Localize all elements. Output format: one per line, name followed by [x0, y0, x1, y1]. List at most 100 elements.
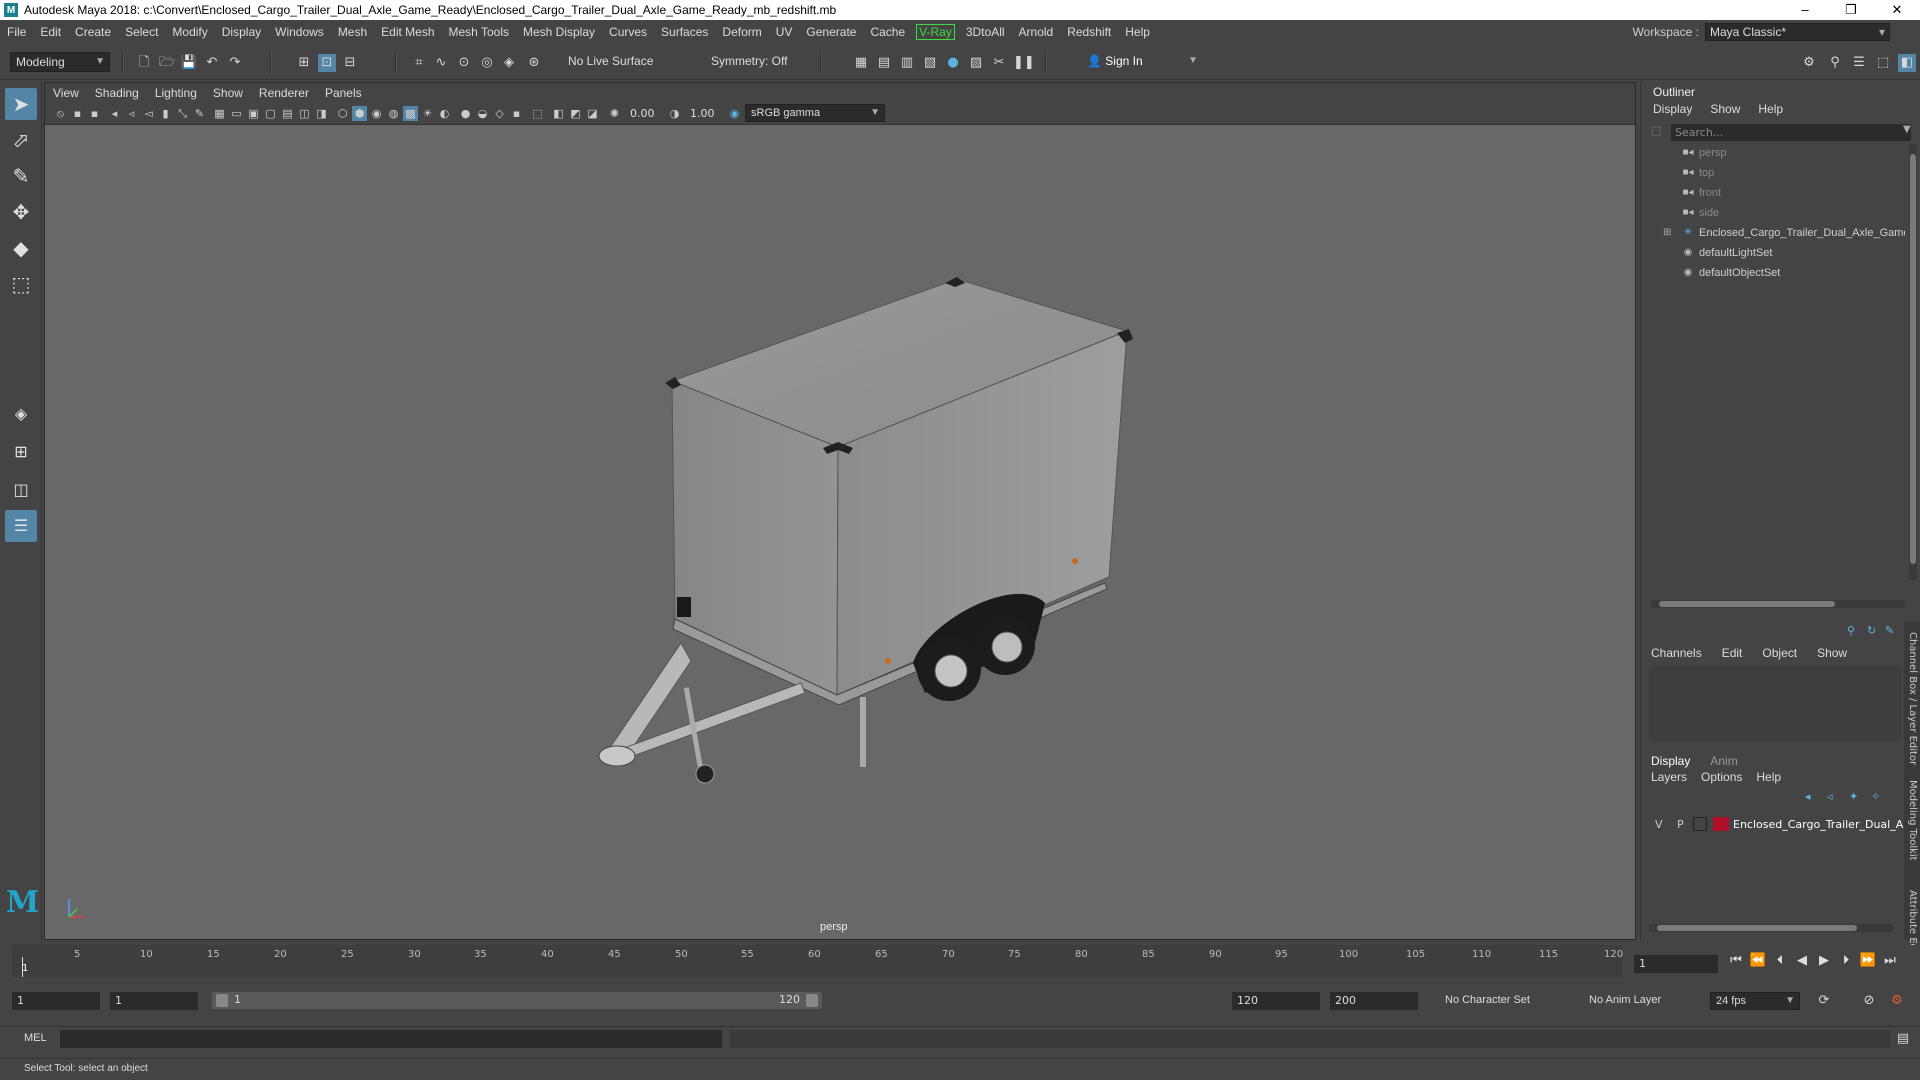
snap-grid-icon[interactable]: ⌗ — [410, 54, 428, 72]
step-back-frame-icon[interactable]: ⏴ — [1769, 953, 1791, 968]
new-scene-icon[interactable]: 🗋 — [135, 54, 153, 72]
maximize-button[interactable]: ❐ — [1828, 0, 1874, 20]
pause-render-icon[interactable]: ✂ — [990, 54, 1008, 72]
channel-box-area[interactable] — [1649, 666, 1901, 741]
menu-display[interactable]: Display — [215, 25, 268, 39]
layer-visibility-toggle[interactable]: V — [1655, 818, 1663, 831]
select-hierarchy-icon[interactable]: ⊞ — [295, 54, 313, 72]
menu-curves[interactable]: Curves — [602, 25, 654, 39]
go-to-start-icon[interactable]: ⏮ — [1725, 953, 1747, 968]
render-settings-icon[interactable]: ▧ — [921, 54, 939, 72]
channel-box-refresh-icon[interactable]: ↻ — [1867, 624, 1876, 637]
time-slider-ticks[interactable]: 1 5 10 15 20 25 30 35 40 45 50 55 60 65 … — [12, 945, 1623, 977]
menu-windows[interactable]: Windows — [268, 25, 331, 39]
menu-vray[interactable]: V-Ray — [916, 24, 955, 40]
scale-tool-icon[interactable]: ⬚ — [5, 268, 37, 300]
sign-in-button[interactable]: 👤 Sign In ▼ — [1082, 52, 1202, 72]
snap-point-icon[interactable]: ⊙ — [455, 54, 473, 72]
workspace-dropdown[interactable]: Maya Classic* — [1705, 23, 1890, 41]
layer-reference-toggle[interactable] — [1693, 817, 1707, 831]
play-forward-icon[interactable]: ▶ — [1813, 953, 1835, 968]
pause-icon[interactable]: ❚❚ — [1013, 54, 1035, 72]
menu-uv[interactable]: UV — [769, 25, 800, 39]
new-layer-icon[interactable]: ✦ — [1849, 790, 1858, 803]
options-menu[interactable]: Options — [1701, 770, 1742, 784]
snap-curve-icon[interactable]: ∿ — [432, 54, 450, 72]
chevron-down-icon[interactable]: ▼ — [1903, 124, 1911, 135]
open-scene-icon[interactable]: 🗁 — [158, 54, 176, 72]
scrollbar-thumb[interactable] — [1657, 925, 1857, 931]
attribute-editor-icon[interactable]: ☰ — [1850, 54, 1868, 72]
menu-modify[interactable]: Modify — [165, 25, 214, 39]
menu-select[interactable]: Select — [118, 25, 165, 39]
menu-cache[interactable]: Cache — [863, 25, 912, 39]
channels-menu[interactable]: Channels — [1651, 646, 1702, 660]
layers-menu[interactable]: Layers — [1651, 770, 1687, 784]
channel-box-edit-icon[interactable]: ✎ — [1885, 624, 1894, 637]
new-layer-selected-icon[interactable]: ✧ — [1871, 790, 1880, 803]
range-bar[interactable]: 1 120 — [212, 992, 822, 1009]
menu-mesh-tools[interactable]: Mesh Tools — [442, 25, 516, 39]
current-frame-field[interactable]: 1 — [1634, 955, 1718, 973]
step-forward-frame-icon[interactable]: ⏵ — [1835, 953, 1857, 968]
lasso-tool-icon[interactable]: ⬀ — [5, 124, 37, 156]
menu-arnold[interactable]: Arnold — [1012, 25, 1061, 39]
outliner-item-persp[interactable]: ■◂ persp — [1641, 144, 1905, 162]
play-backward-icon[interactable]: ◀ — [1791, 953, 1813, 968]
render-view-icon[interactable]: ▤ — [875, 54, 893, 72]
menu-deform[interactable]: Deform — [715, 25, 768, 39]
edit-menu[interactable]: Edit — [1722, 646, 1743, 660]
outliner-horizontal-scrollbar[interactable] — [1651, 600, 1905, 608]
object-menu[interactable]: Object — [1762, 646, 1797, 660]
viewport-panel[interactable]: View Shading Lighting Show Renderer Pane… — [44, 82, 1636, 940]
ipr-render-icon[interactable]: ▥ — [898, 54, 916, 72]
snap-surface-icon[interactable]: ◈ — [500, 54, 518, 72]
script-editor-icon[interactable]: ▤ — [1894, 1030, 1912, 1048]
time-slider[interactable]: 1 5 10 15 20 25 30 35 40 45 50 55 60 65 … — [0, 945, 1920, 983]
outliner-menu-show[interactable]: Show — [1710, 102, 1740, 116]
tab-anim[interactable]: Anim — [1710, 754, 1737, 768]
display-layer-row[interactable]: V P Enclosed_Cargo_Trailer_Dual_A — [1649, 816, 1903, 834]
playback-start-field[interactable]: 1 — [110, 992, 198, 1010]
snap-view-icon[interactable]: ◎ — [478, 54, 496, 72]
undo-icon[interactable]: ↶ — [203, 54, 221, 72]
render-current-icon[interactable]: ▦ — [852, 54, 870, 72]
select-tool-icon[interactable]: ➤ — [5, 88, 37, 120]
paint-select-icon[interactable]: ✎ — [5, 160, 37, 192]
menu-mesh[interactable]: Mesh — [331, 25, 374, 39]
preferences-icon[interactable]: ⚙ — [1888, 992, 1906, 1010]
menu-3dtoall[interactable]: 3DtoAll — [959, 25, 1012, 39]
layer-color-swatch[interactable] — [1713, 817, 1729, 831]
redo-icon[interactable]: ↷ — [226, 54, 244, 72]
menu-help[interactable]: Help — [1118, 25, 1157, 39]
menu-generate[interactable]: Generate — [799, 25, 863, 39]
outliner-layout-icon[interactable]: ☰ — [5, 510, 37, 542]
mel-input[interactable] — [60, 1030, 722, 1048]
outliner-item-front[interactable]: ■◂ front — [1641, 184, 1905, 202]
outliner-item-side[interactable]: ■◂ side — [1641, 204, 1905, 222]
tool-settings-icon[interactable]: ⬚ — [1874, 54, 1892, 72]
move-layer-up-icon[interactable]: ◂ — [1805, 790, 1811, 803]
side-tab-modeling-toolkit[interactable]: Modeling Toolkit — [1907, 780, 1918, 861]
menu-mesh-display[interactable]: Mesh Display — [516, 25, 602, 39]
close-button[interactable]: ✕ — [1874, 0, 1920, 20]
expand-icon[interactable]: ⊞ — [1663, 224, 1671, 242]
layer-playback-toggle[interactable]: P — [1677, 818, 1684, 831]
symmetry-dropdown[interactable]: Symmetry: Off — [706, 52, 806, 72]
animation-end-field[interactable]: 200 — [1330, 992, 1418, 1010]
anim-layer-dropdown[interactable]: No Anim Layer — [1584, 992, 1694, 1010]
filter-icon[interactable]: ⬚ — [1651, 124, 1661, 137]
go-to-end-icon[interactable]: ⏭ — [1879, 953, 1901, 968]
two-pane-layout-icon[interactable]: ◫ — [5, 474, 37, 506]
mel-label[interactable]: MEL — [24, 1032, 47, 1044]
modeling-toolkit-icon[interactable]: ⚙ — [1800, 54, 1818, 72]
trailer-model[interactable] — [45, 83, 1637, 941]
side-tab-channel-box[interactable]: Channel Box / Layer Editor — [1907, 632, 1918, 765]
menu-surfaces[interactable]: Surfaces — [654, 25, 715, 39]
loop-icon[interactable]: ⟳ — [1815, 992, 1833, 1010]
channel-box-icon[interactable]: ◧ — [1898, 54, 1916, 72]
character-controls-icon[interactable]: ⚲ — [1826, 54, 1844, 72]
light-editor-icon[interactable]: ▨ — [967, 54, 985, 72]
outliner-vertical-scrollbar[interactable] — [1909, 144, 1917, 580]
menu-edit[interactable]: Edit — [33, 25, 68, 39]
